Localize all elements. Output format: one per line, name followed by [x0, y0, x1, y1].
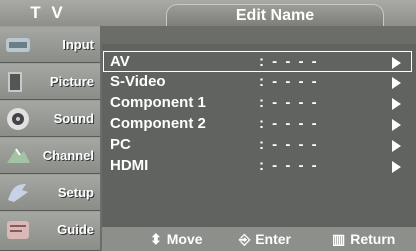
arrow-right-icon [392, 140, 401, 152]
row-label: PC [110, 136, 131, 153]
sidebar-item-setup[interactable]: Setup [0, 174, 100, 211]
sidebar-item-picture[interactable]: Picture [0, 63, 100, 100]
row-value: : - - - - [259, 94, 319, 111]
arrow-right-icon [392, 98, 401, 110]
name-list: AV : - - - - S-Video : - - - - Component… [103, 51, 412, 177]
arrow-right-icon [392, 119, 401, 131]
list-item-s-video[interactable]: S-Video : - - - - [104, 72, 411, 93]
list-item-component-1[interactable]: Component 1 : - - - - [104, 93, 411, 114]
row-label: Component 2 [110, 115, 206, 132]
list-item-hdmi[interactable]: HDMI : - - - - [104, 156, 411, 177]
row-label: S-Video [110, 73, 166, 90]
sidebar-item-label: Channel [42, 148, 94, 163]
sidebar-item-label: Picture [49, 74, 94, 89]
row-value: : - - - - [259, 53, 319, 70]
sidebar-item-label: Sound [53, 111, 94, 126]
sidebar-item-label: Guide [57, 222, 94, 237]
enter-icon: ⎆ [239, 231, 251, 247]
sidebar-item-guide[interactable]: Guide [0, 211, 100, 251]
page-title: Edit Name [235, 7, 315, 24]
arrow-right-icon [392, 77, 401, 89]
row-label: AV [110, 53, 130, 70]
up-down-icon: ⬍ [150, 231, 162, 247]
sidebar-item-label: Setup [57, 185, 94, 200]
list-item-component-2[interactable]: Component 2 : - - - - [104, 114, 411, 135]
return-icon: ▥ [332, 231, 346, 247]
help-move: ⬍ Move [150, 231, 203, 247]
top-bar: T V Edit Name [0, 0, 416, 26]
arrow-right-icon [392, 161, 401, 173]
guide-icon [7, 221, 29, 239]
help-enter: ⎆ Enter [239, 231, 291, 247]
sidebar-item-label: Input [62, 37, 94, 52]
help-return: ▥ Return [332, 231, 396, 247]
sidebar-item-input[interactable]: Input [0, 26, 100, 63]
tv-title: T V [30, 3, 66, 22]
row-label: HDMI [110, 157, 149, 174]
row-label: Component 1 [110, 94, 206, 111]
title-pill: Edit Name [166, 4, 384, 26]
sound-icon [7, 108, 29, 130]
list-item-av[interactable]: AV : - - - - [103, 51, 412, 72]
sidebar-item-channel[interactable]: Channel [0, 137, 100, 174]
list-item-pc[interactable]: PC : - - - - [104, 135, 411, 156]
help-bar: ⬍ Move ⎆ Enter ▥ Return [102, 227, 416, 251]
row-value: : - - - - [259, 73, 319, 90]
channel-icon [7, 148, 30, 163]
row-value: : - - - - [259, 157, 319, 174]
sidebar: Input Picture Sound Channel Setup Guide [0, 26, 100, 251]
sidebar-item-sound[interactable]: Sound [0, 100, 100, 137]
row-value: : - - - - [259, 136, 319, 153]
picture-icon [8, 72, 22, 92]
row-value: : - - - - [259, 115, 319, 132]
arrow-right-icon [392, 57, 401, 69]
input-icon [6, 38, 30, 52]
setup-icon [8, 184, 28, 202]
